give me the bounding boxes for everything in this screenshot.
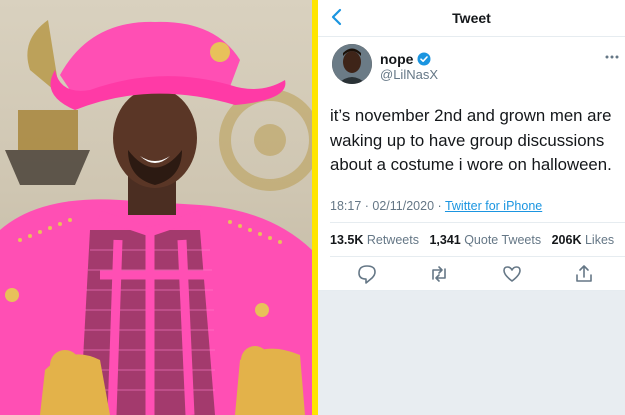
tweet-panel: Tweet nope @LilNasX it’s november 2nd an…: [318, 0, 625, 415]
divider: [330, 222, 625, 223]
retweets-label: Retweets: [366, 233, 419, 247]
retweet-icon[interactable]: [428, 262, 450, 286]
trophy-right: [235, 346, 305, 415]
photo-illustration: [0, 20, 312, 415]
tweet-date: 02/11/2020: [372, 199, 435, 213]
likes-stat[interactable]: 206K Likes: [552, 233, 615, 247]
author-name-row: nope: [380, 50, 431, 68]
tweet-stats: 13.5K Retweets 1,341 Quote Tweets 206K L…: [330, 233, 621, 247]
backdrop-cbs-logo: [219, 89, 312, 191]
avatar[interactable]: [332, 44, 372, 84]
reply-icon[interactable]: [356, 262, 378, 286]
tweet-actions-bar: [318, 262, 625, 288]
more-options-icon[interactable]: [605, 52, 619, 62]
likes-label: Likes: [584, 233, 615, 247]
retweets-count: 13.5K: [330, 233, 364, 247]
quote-tweets-stat[interactable]: 1,341 Quote Tweets: [429, 233, 541, 247]
share-icon[interactable]: [573, 262, 595, 286]
meta-separator: ·: [437, 199, 445, 213]
tweet-text: it’s november 2nd and grown men are waki…: [330, 106, 612, 174]
event-photo: [0, 0, 312, 415]
tweet-source-link[interactable]: Twitter for iPhone: [445, 199, 542, 213]
tweet-time: 18:17: [330, 199, 362, 213]
tweet-metadata: 18:17 · 02/11/2020 · Twitter for iPhone: [330, 199, 542, 213]
likes-count: 206K: [551, 233, 582, 247]
author-handle[interactable]: @LilNasX: [380, 67, 438, 82]
empty-feed-area: [318, 291, 625, 415]
avatar-image: [332, 44, 372, 84]
divider: [330, 256, 625, 257]
author-display-name[interactable]: nope: [380, 51, 413, 67]
retweets-stat[interactable]: 13.5K Retweets: [330, 233, 419, 247]
quote-tweets-count: 1,341: [429, 233, 461, 247]
page-title: Tweet: [452, 10, 491, 26]
quote-tweets-label: Quote Tweets: [464, 233, 542, 247]
like-heart-icon[interactable]: [501, 262, 523, 286]
verified-badge-icon: [417, 52, 431, 66]
top-navigation-bar: Tweet: [318, 0, 625, 37]
